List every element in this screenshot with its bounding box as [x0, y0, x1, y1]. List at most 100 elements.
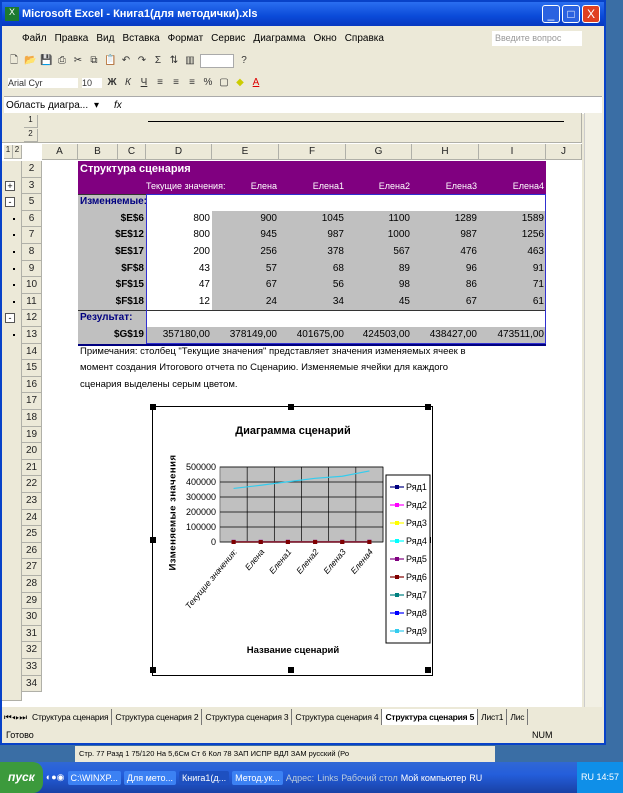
- row-header[interactable]: 9: [22, 260, 42, 278]
- sheet-tab[interactable]: Лис: [507, 709, 529, 725]
- row-header[interactable]: 31: [22, 625, 42, 643]
- row-header[interactable]: 26: [22, 542, 42, 560]
- row-header[interactable]: 22: [22, 476, 42, 493]
- column-header[interactable]: F: [279, 144, 346, 160]
- font-name-select[interactable]: Arial Cyr: [8, 78, 78, 88]
- row-header[interactable]: 18: [22, 410, 42, 427]
- links-toolbar[interactable]: Links: [317, 773, 338, 783]
- menu-item[interactable]: Сервис: [211, 33, 245, 44]
- desktop-toolbar[interactable]: Рабочий стол: [341, 773, 398, 783]
- worksheet-grid[interactable]: 1 1 2 2 A B C D E F G H I J 2 3 5 6 7 8 9 10 11 12 13 14 15 16 17 18 1…: [2, 113, 582, 707]
- row-header[interactable]: 32: [22, 642, 42, 659]
- row-header[interactable]: 25: [22, 526, 42, 543]
- row-header[interactable]: 27: [22, 559, 42, 576]
- outline-toggle-button[interactable]: -: [5, 313, 15, 324]
- row-header[interactable]: 21: [22, 459, 42, 477]
- row-header[interactable]: 20: [22, 443, 42, 460]
- taskbar-button[interactable]: Книга1(д...: [179, 770, 230, 785]
- sheet-tab[interactable]: Структура сценария 3: [202, 709, 293, 725]
- language-bar[interactable]: RU: [469, 773, 482, 783]
- row-header[interactable]: 2: [22, 161, 42, 178]
- print-icon[interactable]: ⎙: [56, 55, 68, 67]
- underline-icon[interactable]: Ч: [138, 77, 150, 89]
- italic-icon[interactable]: К: [122, 77, 134, 89]
- row-header[interactable]: 10: [22, 277, 42, 294]
- align-left-icon[interactable]: ≡: [154, 77, 166, 89]
- taskbar-button[interactable]: C:\WINXP...: [67, 770, 121, 785]
- quick-launch-icons[interactable]: ◐●◉: [46, 772, 65, 783]
- fill-color-icon[interactable]: ◆: [234, 77, 246, 89]
- font-size-select[interactable]: 10: [82, 78, 102, 88]
- column-header[interactable]: E: [212, 144, 279, 160]
- menu-item[interactable]: Правка: [55, 33, 89, 44]
- menu-item[interactable]: Окно: [313, 33, 336, 44]
- menu-item[interactable]: Файл: [22, 33, 47, 44]
- new-icon[interactable]: 🗋: [8, 55, 20, 67]
- column-header[interactable]: A: [42, 144, 78, 160]
- paste-icon[interactable]: 📋: [104, 55, 116, 67]
- percent-icon[interactable]: %: [202, 77, 214, 89]
- outline-toggle-button[interactable]: +: [5, 180, 15, 191]
- sheet-tab[interactable]: Лист1: [478, 709, 508, 725]
- help-search-input[interactable]: Введите вопрос: [492, 31, 582, 46]
- vertical-scrollbar[interactable]: [584, 113, 602, 707]
- row-header[interactable]: 6: [22, 210, 42, 228]
- row-header[interactable]: 14: [22, 343, 42, 361]
- column-header[interactable]: D: [146, 144, 212, 160]
- align-right-icon[interactable]: ≡: [186, 77, 198, 89]
- zoom-select[interactable]: [200, 54, 234, 68]
- copy-icon[interactable]: ⧉: [88, 55, 100, 67]
- bold-icon[interactable]: Ж: [106, 77, 118, 89]
- row-header[interactable]: 13: [22, 327, 42, 344]
- undo-icon[interactable]: ↶: [120, 55, 132, 67]
- row-header[interactable]: 33: [22, 659, 42, 676]
- tray-lang[interactable]: RU: [581, 772, 594, 782]
- menu-item[interactable]: Вид: [96, 33, 114, 44]
- my-computer-link[interactable]: Мой компьютер: [401, 773, 467, 783]
- row-level-button[interactable]: 1: [4, 145, 13, 159]
- chart-wizard-icon[interactable]: ▥: [184, 55, 196, 67]
- sheet-tab[interactable]: Структура сценария 5: [382, 709, 479, 725]
- row-header[interactable]: 12: [22, 310, 42, 327]
- row-header[interactable]: 19: [22, 426, 42, 444]
- row-header[interactable]: 17: [22, 393, 42, 410]
- borders-icon[interactable]: ▢: [218, 77, 230, 89]
- row-header[interactable]: 34: [22, 675, 42, 693]
- column-header[interactable]: G: [346, 144, 412, 160]
- taskbar-button[interactable]: Метод.ук...: [232, 770, 283, 785]
- menu-item[interactable]: Диаграмма: [253, 33, 305, 44]
- close-button[interactable]: X: [582, 5, 600, 23]
- taskbar-button[interactable]: Для мето...: [123, 770, 176, 785]
- row-header[interactable]: 8: [22, 244, 42, 261]
- maximize-button[interactable]: □: [562, 5, 580, 23]
- column-level-button[interactable]: 2: [24, 129, 38, 142]
- row-header[interactable]: 15: [22, 360, 42, 377]
- minimize-button[interactable]: _: [542, 5, 560, 23]
- row-header[interactable]: 23: [22, 493, 42, 510]
- menu-item[interactable]: Формат: [168, 33, 204, 44]
- column-header[interactable]: B: [78, 144, 118, 160]
- sum-icon[interactable]: Σ: [152, 55, 164, 67]
- row-header[interactable]: 7: [22, 227, 42, 244]
- row-header[interactable]: 11: [22, 293, 42, 311]
- row-header[interactable]: 3: [22, 177, 42, 195]
- column-header[interactable]: I: [479, 144, 546, 160]
- redo-icon[interactable]: ↷: [136, 55, 148, 67]
- row-header[interactable]: 16: [22, 376, 42, 394]
- save-icon[interactable]: 💾: [40, 55, 52, 67]
- row-header[interactable]: 29: [22, 592, 42, 610]
- name-box-dropdown-icon[interactable]: ▾: [94, 100, 114, 111]
- tab-scroll-buttons[interactable]: ⏮◂▸⏭: [2, 712, 29, 723]
- help-icon[interactable]: ?: [238, 55, 250, 67]
- sheet-tab[interactable]: Структура сценария 2: [112, 709, 203, 725]
- outline-toggle-button[interactable]: -: [5, 197, 15, 208]
- sheet-tab[interactable]: Структура сценария: [29, 709, 113, 725]
- row-header[interactable]: 24: [22, 509, 42, 527]
- column-header[interactable]: J: [546, 144, 582, 160]
- row-header[interactable]: 28: [22, 576, 42, 593]
- sheet-tab[interactable]: Структура сценария 4: [292, 709, 383, 725]
- menu-item[interactable]: Справка: [345, 33, 384, 44]
- name-box[interactable]: Область диагра...: [4, 100, 94, 111]
- row-header[interactable]: 30: [22, 609, 42, 626]
- chart-area[interactable]: Диаграмма сценарий Изменяемые значения Наз…: [150, 404, 433, 676]
